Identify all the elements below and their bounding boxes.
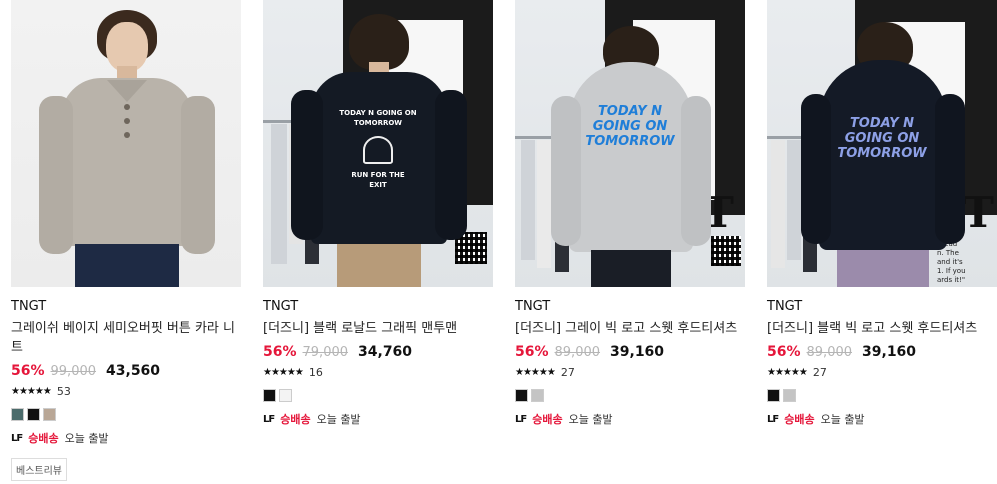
shipping-today: 오늘 출발 [64,432,109,445]
hanging-garment [521,140,535,260]
color-swatch[interactable] [767,389,780,402]
qr-code-icon [711,236,741,266]
color-swatch[interactable] [279,389,292,402]
sale-price: 39,160 [862,344,917,360]
product-title[interactable]: [더즈니] 그레이 빅 로고 스웻 후드티셔츠 [515,319,745,338]
color-swatches [767,389,997,402]
price-row: 56% 99,000 43,560 [11,363,241,379]
brand-name[interactable]: TNGT [515,299,745,314]
price-row: 56% 89,000 39,160 [515,344,745,360]
shipping-badge: 승배송 [280,413,311,426]
product-card[interactable]: IT pread n. The and it's 1. If you ards … [767,0,997,427]
model-pants [837,250,929,287]
shipping-info: LF 승배송 오늘 출발 [767,411,997,427]
shipping-info: LF 승배송 오늘 출발 [11,430,241,446]
color-swatches [515,389,745,402]
product-card[interactable]: TNGT 그레이쉬 베이지 세미오버핏 버튼 카라 니트 56% 99,000 … [11,0,241,481]
garment-body [569,62,693,252]
product-title[interactable]: [더즈니] 블랙 빅 로고 스웻 후드티셔츠 [767,319,997,338]
sale-price: 39,160 [610,344,665,360]
runner-graphic-icon [363,136,393,164]
shipping-info: LF 승배송 오늘 출발 [263,411,493,427]
lf-logo-icon: LF [263,413,275,425]
product-image[interactable]: IT pread n. The and it's 1. If you ards … [767,0,997,287]
hanging-garment [537,140,551,268]
discount-rate: 56% [263,344,297,360]
color-swatch[interactable] [783,389,796,402]
color-swatch[interactable] [531,389,544,402]
garment-sleeve [181,96,215,254]
button-icon [124,104,130,110]
product-card[interactable]: IT TODAY N GOING ON TOMORROW TNGT [더즈니] … [515,0,745,427]
discount-rate: 56% [11,363,45,379]
color-swatches [263,389,493,402]
original-price: 79,000 [302,345,349,360]
original-price: 89,000 [806,345,853,360]
color-swatch[interactable] [515,389,528,402]
shipping-badge: 승배송 [532,413,563,426]
price-row: 56% 79,000 34,760 [263,344,493,360]
star-rating-icon: ★★★★★ [263,367,304,378]
garment-sleeve [39,96,73,254]
model-head [106,22,148,72]
lf-logo-icon: LF [515,413,527,425]
product-image[interactable]: IT TODAY N GOING ON TOMORROW RUN FOR THE… [263,0,493,287]
shipping-info: LF 승배송 오늘 출발 [515,411,745,427]
sale-price: 43,560 [106,363,161,379]
rating: ★★★★★ 53 [11,385,241,398]
color-swatch[interactable] [43,408,56,421]
brand-name[interactable]: TNGT [767,299,997,314]
best-review-tag: 베스트리뷰 [11,458,67,481]
discount-rate: 56% [767,344,801,360]
discount-rate: 56% [515,344,549,360]
button-icon [124,118,130,124]
lf-logo-icon: LF [11,432,23,444]
model-pants [337,244,421,287]
hanging-garment [271,124,287,264]
star-rating-icon: ★★★★★ [767,367,808,378]
color-swatch[interactable] [11,408,24,421]
brand-name[interactable]: TNGT [11,299,241,314]
lf-logo-icon: LF [767,413,779,425]
shipping-badge: 승배송 [28,432,59,445]
review-count: 27 [812,366,827,379]
original-price: 99,000 [50,364,97,379]
rating: ★★★★★ 16 [263,366,493,379]
shipping-today: 오늘 출발 [820,413,865,426]
color-swatch[interactable] [263,389,276,402]
shipping-badge: 승배송 [784,413,815,426]
star-rating-icon: ★★★★★ [515,367,556,378]
star-rating-icon: ★★★★★ [11,386,52,397]
color-swatches [11,408,241,421]
model-pants [591,250,671,287]
product-image[interactable]: IT TODAY N GOING ON TOMORROW [515,0,745,287]
model-pants [75,244,179,287]
color-swatch[interactable] [27,408,40,421]
review-count: 27 [560,366,575,379]
shipping-today: 오늘 출발 [316,413,361,426]
product-title[interactable]: [더즈니] 블랙 로날드 그래픽 맨투맨 [263,319,493,338]
rating: ★★★★★ 27 [515,366,745,379]
price-row: 56% 89,000 39,160 [767,344,997,360]
product-card[interactable]: IT TODAY N GOING ON TOMORROW RUN FOR THE… [263,0,493,427]
garment-print: TODAY N GOING ON TOMORROW [837,116,927,161]
button-icon [124,132,130,138]
rating: ★★★★★ 27 [767,366,997,379]
original-price: 89,000 [554,345,601,360]
review-count: 16 [308,366,323,379]
garment-print: TODAY N GOING ON TOMORROW [339,109,417,127]
garment-print: RUN FOR THE EXIT [351,171,405,189]
product-image[interactable] [11,0,241,287]
product-grid: TNGT 그레이쉬 베이지 세미오버핏 버튼 카라 니트 56% 99,000 … [0,0,997,484]
review-count: 53 [56,385,71,398]
garment-print: TODAY N GOING ON TOMORROW [585,104,675,149]
shipping-today: 오늘 출발 [568,413,613,426]
sale-price: 34,760 [358,344,413,360]
brand-name[interactable]: TNGT [263,299,493,314]
product-title[interactable]: 그레이쉬 베이지 세미오버핏 버튼 카라 니트 [11,319,241,357]
